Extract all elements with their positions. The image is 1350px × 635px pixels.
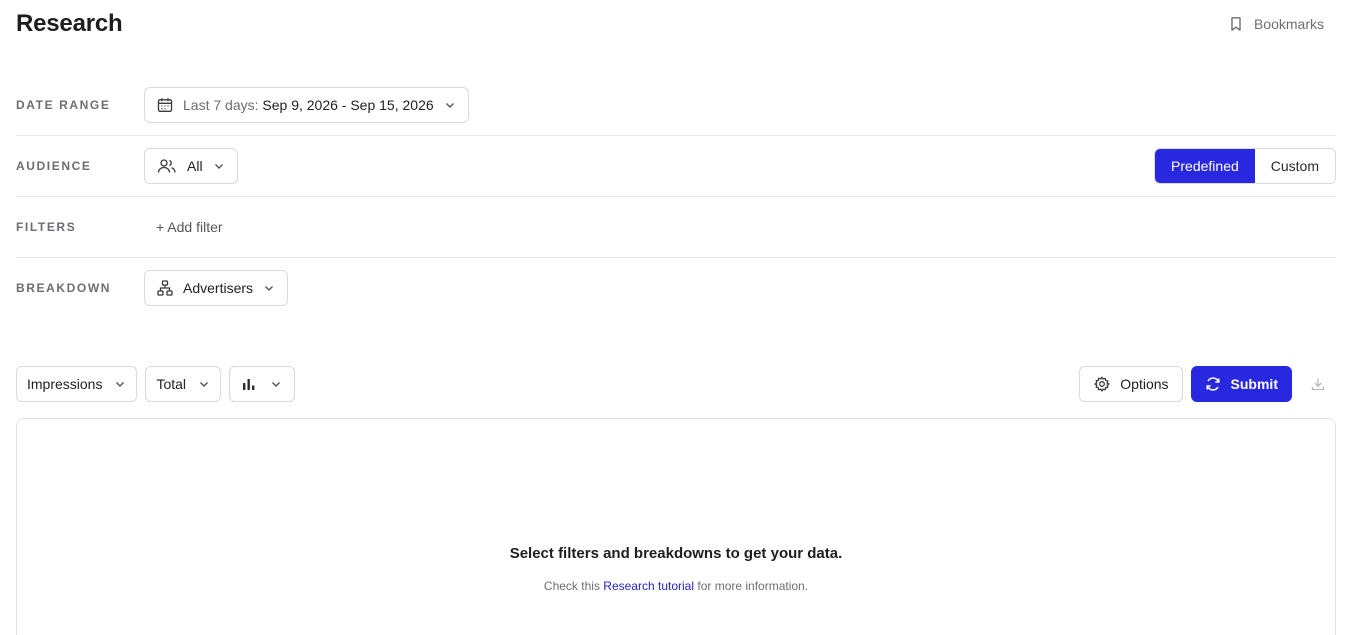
submit-button[interactable]: Submit <box>1190 366 1292 402</box>
empty-state-text-before: Check this <box>543 579 600 593</box>
row-divider <box>16 257 1336 258</box>
users-icon <box>157 159 176 173</box>
bar-chart-icon <box>243 379 255 390</box>
results-panel: Select filters and breakdowns to get you… <box>16 418 1336 635</box>
bookmarks-label: Bookmarks <box>1253 16 1324 32</box>
date-range-value: Sep 9, 2026 - Sep 15, 2026 <box>262 97 434 113</box>
breakdown-row: BREAKDOWN Advertisers <box>16 270 1336 306</box>
results-toolbar: Impressions Total Options Submit <box>16 366 1336 402</box>
predefined-toggle-button[interactable]: Predefined <box>1155 149 1255 183</box>
audience-value: All <box>187 158 203 174</box>
breakdown-label: BREAKDOWN <box>16 281 112 295</box>
chevron-down-icon <box>116 382 125 387</box>
bookmarks-button[interactable]: Bookmarks <box>1228 16 1324 32</box>
filters-row: FILTERS + Add filter <box>16 209 1336 245</box>
chevron-down-icon <box>265 286 274 291</box>
chevron-down-icon <box>214 164 223 169</box>
empty-state-subtitle: Check this Research tutorial for more in… <box>17 579 1335 593</box>
gear-icon <box>1094 376 1110 392</box>
research-tutorial-link[interactable]: Research tutorial <box>603 579 694 593</box>
options-label: Options <box>1120 376 1169 392</box>
audience-row: AUDIENCE All Predefined Custom <box>16 148 1336 184</box>
date-range-dropdown[interactable]: Last 7 days: Sep 9, 2026 - Sep 15, 2026 <box>144 87 469 123</box>
breakdown-dropdown[interactable]: Advertisers <box>144 270 289 306</box>
audience-dropdown[interactable]: All <box>144 148 238 184</box>
bookmark-icon <box>1231 17 1241 31</box>
page-title: Research <box>16 10 123 37</box>
metric-value: Impressions <box>27 376 103 392</box>
breakdown-value: Advertisers <box>183 280 254 296</box>
add-filter-button[interactable]: + Add filter <box>144 219 223 235</box>
date-range-label: DATE RANGE <box>16 98 111 112</box>
row-divider <box>16 135 1336 136</box>
aggregation-dropdown[interactable]: Total <box>145 366 222 402</box>
hierarchy-icon <box>157 280 173 296</box>
date-range-prefix: Last 7 days: <box>183 97 259 113</box>
filters-label: FILTERS <box>16 220 77 234</box>
options-button[interactable]: Options <box>1079 366 1183 402</box>
download-icon <box>1311 378 1325 391</box>
chevron-down-icon <box>272 382 281 387</box>
custom-toggle-button[interactable]: Custom <box>1254 149 1335 183</box>
refresh-icon <box>1205 377 1220 391</box>
audience-mode-toggle: Predefined Custom <box>1154 148 1336 184</box>
empty-state-title: Select filters and breakdowns to get you… <box>509 545 843 562</box>
audience-label: AUDIENCE <box>16 159 92 173</box>
chart-type-dropdown[interactable] <box>229 366 296 402</box>
aggregation-value: Total <box>156 376 187 392</box>
metric-dropdown[interactable]: Impressions <box>16 366 138 402</box>
chevron-down-icon <box>445 103 454 108</box>
download-button[interactable] <box>1300 366 1336 402</box>
empty-state-text-after: for more information. <box>697 579 809 593</box>
submit-label: Submit <box>1230 376 1278 392</box>
row-divider <box>16 196 1336 197</box>
date-range-row: DATE RANGE Last 7 days: Sep 9, 2026 - Se… <box>16 87 1336 123</box>
chevron-down-icon <box>200 382 209 387</box>
calendar-icon <box>157 98 173 112</box>
